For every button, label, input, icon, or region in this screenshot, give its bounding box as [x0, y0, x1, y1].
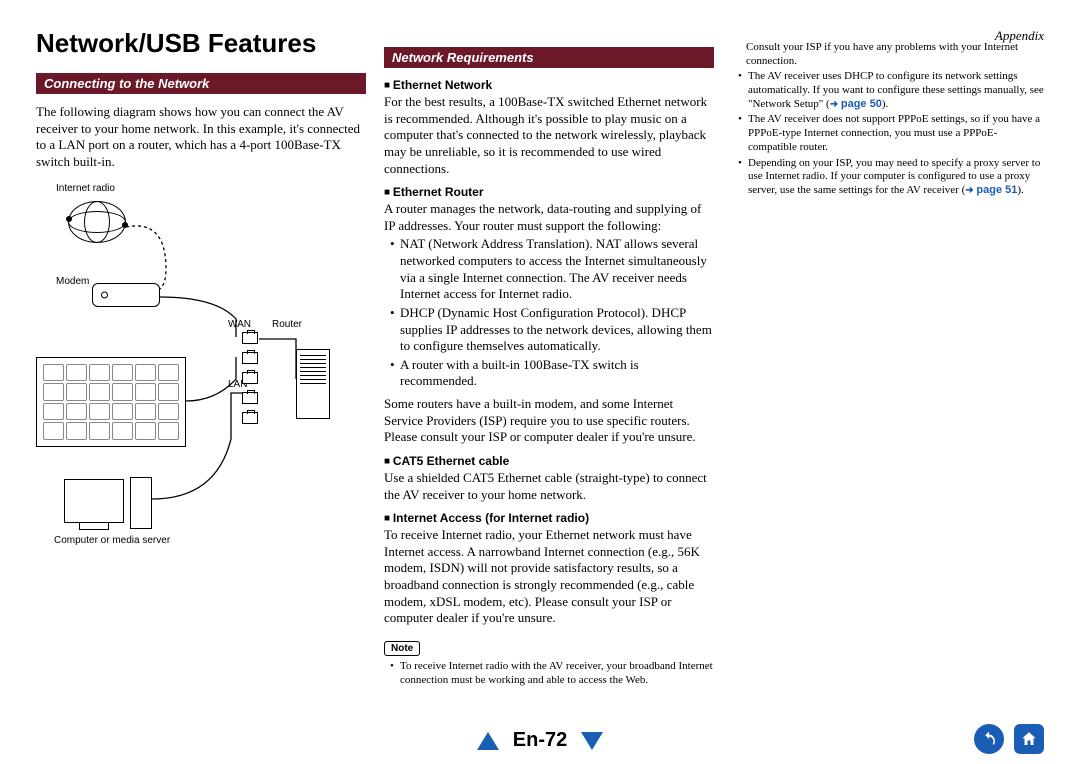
undo-arrow-icon — [980, 730, 998, 748]
h-ethernet-network: Ethernet Network — [384, 78, 714, 92]
network-diagram: Internet radio Modem WAN LAN Router — [36, 179, 356, 539]
monitor-icon — [64, 479, 124, 523]
prev-page-button[interactable] — [477, 732, 499, 750]
h-internet-access: Internet Access (for Internet radio) — [384, 511, 714, 525]
list-item: Depending on your ISP, you may need to s… — [738, 157, 1044, 198]
h-ethernet-router: Ethernet Router — [384, 185, 714, 199]
label-router: Router — [272, 319, 302, 330]
list-item: The AV receiver uses DHCP to configure i… — [738, 70, 1044, 111]
text: ). — [882, 98, 888, 110]
label-modem: Modem — [56, 276, 89, 287]
p-router-tail: Some routers have a built-in modem, and … — [384, 396, 714, 446]
label-internet-radio: Internet radio — [56, 183, 115, 194]
av-receiver-icon — [36, 357, 186, 447]
page-title: Network/USB Features — [36, 28, 366, 59]
router-bullets: NAT (Network Address Translation). NAT a… — [390, 236, 714, 390]
next-page-button[interactable] — [581, 732, 603, 750]
label-wan: WAN — [228, 319, 251, 330]
h-cat5: CAT5 Ethernet cable — [384, 454, 714, 468]
note-bullets: To receive Internet radio with the AV re… — [390, 660, 714, 688]
p-consult-isp: Consult your ISP if you have any problem… — [746, 40, 1044, 68]
router-vents — [300, 355, 326, 384]
page-number: En-72 — [513, 729, 567, 752]
home-icon — [1020, 730, 1038, 748]
text: ). — [1017, 184, 1023, 196]
list-item: To receive Internet radio with the AV re… — [390, 660, 714, 688]
p-ethernet-network: For the best results, a 100Base-TX switc… — [384, 94, 714, 177]
note-label: Note — [384, 641, 420, 656]
label-computer: Computer or media server — [54, 535, 170, 546]
list-item: The AV receiver does not support PPPoE s… — [738, 113, 1044, 154]
home-button[interactable] — [1014, 724, 1044, 754]
appendix-label: Appendix — [995, 28, 1044, 44]
p-internet-access: To receive Internet radio, your Ethernet… — [384, 527, 714, 627]
modem-icon — [92, 283, 160, 307]
list-item: NAT (Network Address Translation). NAT a… — [390, 236, 714, 303]
back-button[interactable] — [974, 724, 1004, 754]
globe-icon — [68, 201, 126, 243]
text: The AV receiver uses DHCP to configure i… — [748, 70, 1044, 110]
section-requirements: Network Requirements — [384, 47, 714, 68]
p-cat5: Use a shielded CAT5 Ethernet cable (stra… — [384, 470, 714, 503]
list-item: A router with a built-in 100Base-TX swit… — [390, 357, 714, 390]
list-item: DHCP (Dynamic Host Configuration Protoco… — [390, 305, 714, 355]
router-ports — [242, 332, 258, 424]
p-ethernet-router: A router manages the network, data-routi… — [384, 201, 714, 234]
intro-paragraph: The following diagram shows how you can … — [36, 104, 366, 171]
pc-tower-icon — [130, 477, 152, 529]
section-connecting: Connecting to the Network — [36, 73, 366, 94]
link-page-51[interactable]: page 51 — [965, 184, 1017, 196]
link-page-50[interactable]: page 50 — [830, 98, 882, 110]
